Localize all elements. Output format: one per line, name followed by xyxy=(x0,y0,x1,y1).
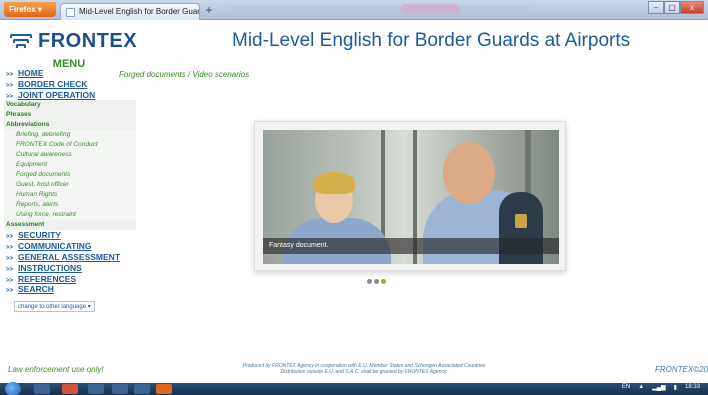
submenu-human-rights[interactable]: Human Rights xyxy=(4,190,136,201)
minimize-button[interactable]: – xyxy=(648,1,664,14)
footer-disclaimer: Law enforcement use only! xyxy=(8,365,104,374)
footer-credits: Produced by FRONTEX Agency in cooperatio… xyxy=(214,363,514,375)
menu-item-home[interactable]: >> HOME xyxy=(6,68,134,79)
sidebar-menu: >> HOME >> BORDER CHECK >> JOINT OPERATION … xyxy=(4,68,136,313)
menu-item-label: JOINT OPERATION xyxy=(18,89,96,100)
menu-item-communicating[interactable]: >> COMMUNICATING xyxy=(6,241,134,252)
menu-item-label: REFERENCES xyxy=(18,273,77,284)
taskbar-app-icon[interactable] xyxy=(112,384,128,394)
slide-dot[interactable] xyxy=(367,279,372,284)
taskbar-browser-icon[interactable] xyxy=(62,384,78,394)
taskbar-app-icon[interactable] xyxy=(88,384,104,394)
submenu-equipment[interactable]: Equipment xyxy=(4,160,136,171)
arrow-icon: >> xyxy=(6,288,14,295)
browser-titlebar: Firefox ▾ Mid-Level English for Border G… xyxy=(0,0,708,20)
start-button-icon[interactable] xyxy=(5,382,21,395)
system-tray: EN ▲ ▂▄▆ ▮ 18:33 xyxy=(622,384,700,391)
language-indicator[interactable]: EN xyxy=(622,384,630,391)
menu-item-joint-operation[interactable]: >> JOINT OPERATION xyxy=(6,90,134,101)
submenu-cultural-awareness[interactable]: Cultural awareness xyxy=(4,150,136,161)
language-select-label: change to other language xyxy=(18,304,87,311)
submenu-vocabulary[interactable]: Vocabulary xyxy=(4,100,136,111)
slide-indicator xyxy=(367,279,386,284)
windows-taskbar: EN ▲ ▂▄▆ ▮ 18:33 xyxy=(0,382,708,395)
logo-text: FRONTEX xyxy=(38,30,138,52)
window-controls: – ▢ x xyxy=(648,1,704,14)
video-caption: Fantasy document. xyxy=(263,238,559,254)
menu-item-label: SECURITY xyxy=(18,230,61,241)
signal-icon[interactable]: ▂▄▆ xyxy=(652,384,665,391)
firefox-menu-button[interactable]: Firefox ▾ xyxy=(4,2,56,17)
submenu-briefing[interactable]: Briefing, debriefing xyxy=(4,130,136,141)
menu-item-label: COMMUNICATING xyxy=(18,241,92,252)
menu-item-label: BORDER CHECK xyxy=(18,78,88,89)
menu-item-general-assessment[interactable]: >> GENERAL ASSESSMENT xyxy=(6,252,134,263)
uniform-badge xyxy=(515,214,527,228)
video-player[interactable]: Fantasy document. xyxy=(263,130,559,264)
menu-item-security[interactable]: >> SECURITY xyxy=(6,230,134,241)
taskbar-firefox-icon[interactable] xyxy=(156,384,172,394)
officer-woman-hair xyxy=(313,172,355,194)
firefox-menu-label: Firefox xyxy=(9,5,36,14)
maximize-button[interactable]: ▢ xyxy=(664,1,680,14)
new-tab-button[interactable]: + xyxy=(202,4,216,18)
clock[interactable]: 18:33 xyxy=(685,384,700,391)
submenu-guest-host-officer[interactable]: Guest, host officer xyxy=(4,180,136,191)
slide-dot-active[interactable] xyxy=(381,279,386,284)
menu-item-label: INSTRUCTIONS xyxy=(18,262,82,273)
slide-dot[interactable] xyxy=(374,279,379,284)
taskbar-app-icon[interactable] xyxy=(34,384,50,394)
tray-arrow-icon[interactable]: ▲ xyxy=(638,384,644,391)
menu-item-instructions[interactable]: >> INSTRUCTIONS xyxy=(6,263,134,274)
footer-credits-line: Distribution outside E.U. and S.A.C. sha… xyxy=(280,369,448,375)
browser-tab[interactable]: Mid-Level English for Border Guards at A… xyxy=(60,3,200,20)
menu-item-label: GENERAL ASSESSMENT xyxy=(18,251,121,262)
page-title: Mid-Level English for Border Guards at A… xyxy=(232,30,631,51)
footer-copyright: FRONTEX©2012 xyxy=(655,365,708,374)
submenu-reports-alerts[interactable]: Reports, alerts xyxy=(4,200,136,211)
close-button[interactable]: x xyxy=(680,1,704,14)
frontex-logo-icon xyxy=(8,32,34,52)
submenu-phrases[interactable]: Phrases xyxy=(4,110,136,121)
page-favicon-icon xyxy=(66,8,75,17)
blurred-tab-highlight xyxy=(400,4,460,14)
submenu-abbreviations[interactable]: Abbreviations xyxy=(4,120,136,131)
menu-item-search[interactable]: >> SEARCH xyxy=(6,284,134,295)
video-slideshow: Fantasy document. xyxy=(254,121,566,271)
language-select[interactable]: change to other language ▾ xyxy=(14,301,95,313)
chevron-down-icon: ▾ xyxy=(87,304,91,311)
tab-title: Mid-Level English for Border Guards at A… xyxy=(79,7,200,16)
frontex-logo[interactable]: FRONTEX xyxy=(8,30,137,53)
menu-item-border-check[interactable]: >> BORDER CHECK xyxy=(6,79,134,90)
menu-item-label: HOME xyxy=(18,68,44,78)
submenu-using-force[interactable]: Using force, restraint xyxy=(4,210,136,221)
officer-man-head xyxy=(443,142,495,204)
submenu-assessment[interactable]: Assessment xyxy=(4,220,136,231)
blurred-tab-strip xyxy=(230,6,530,12)
menu-item-references[interactable]: >> REFERENCES xyxy=(6,274,134,285)
menu-item-label: SEARCH xyxy=(18,284,54,295)
breadcrumb: Forged documents / Video scenarios xyxy=(119,70,250,79)
submenu-code-of-conduct[interactable]: FRONTEX Code of Conduct xyxy=(4,140,136,151)
submenu-forged-documents[interactable]: Forged documents xyxy=(4,170,136,181)
battery-icon[interactable]: ▮ xyxy=(674,384,677,391)
taskbar-app-icon[interactable] xyxy=(134,384,150,394)
